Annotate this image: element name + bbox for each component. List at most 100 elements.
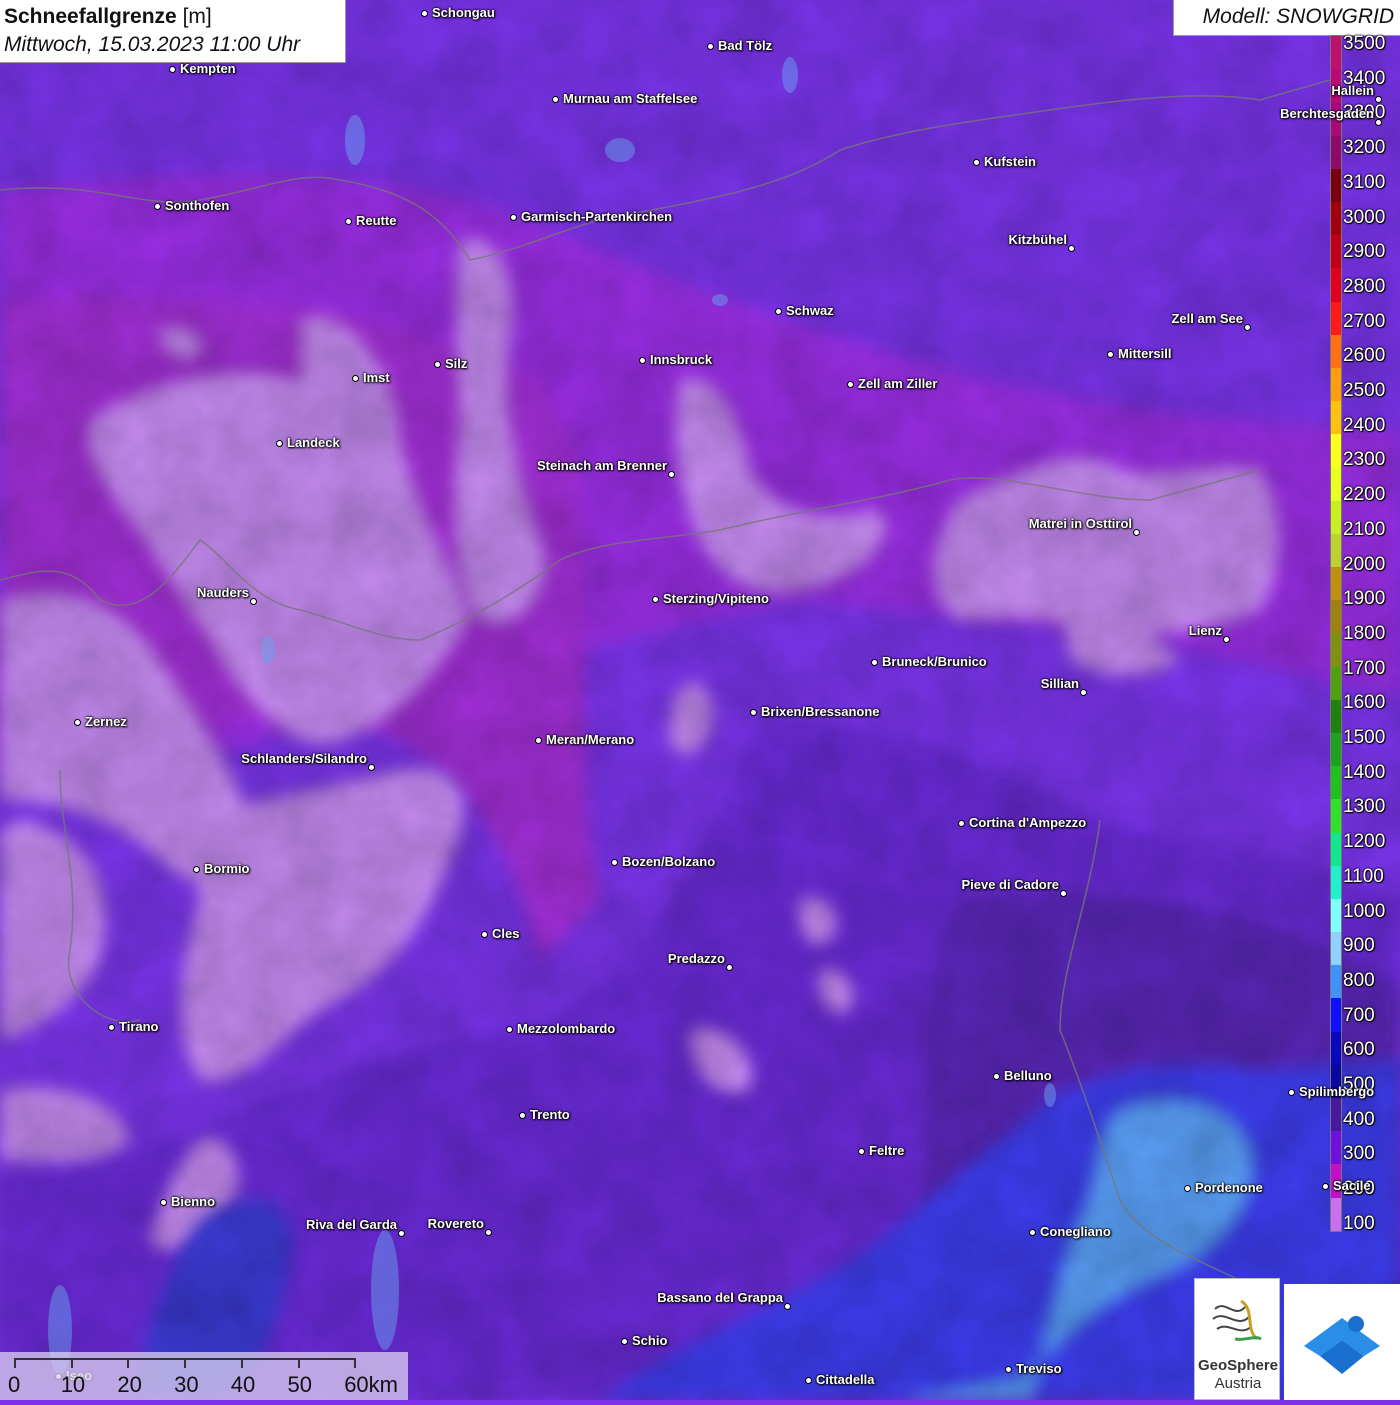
legend-label: 3500 — [1343, 33, 1386, 54]
legend-swatch — [1331, 699, 1341, 733]
place-label: Silz — [445, 356, 468, 371]
place-dot — [1059, 889, 1067, 897]
scale-label: 50 — [287, 1372, 312, 1397]
place-dot — [168, 65, 176, 73]
legend-swatch — [1331, 434, 1341, 468]
place-label: Berchtesgaden — [1280, 106, 1374, 121]
legend-label: 1200 — [1343, 831, 1386, 853]
geosphere-logo[interactable]: GeoSphere Austria — [1194, 1278, 1280, 1400]
legend-label: 2900 — [1343, 241, 1386, 263]
app-logo[interactable] — [1284, 1284, 1400, 1400]
legend-label: 700 — [1343, 1004, 1375, 1026]
legend-label: 1400 — [1343, 761, 1386, 783]
place-dot — [638, 356, 646, 364]
legend-label: 1300 — [1343, 796, 1386, 818]
place-label: Rovereto — [427, 1216, 484, 1231]
scale-label: 30 — [174, 1372, 199, 1397]
place-dot — [518, 1111, 526, 1119]
place-dot — [1374, 118, 1382, 126]
scale-tick — [70, 1358, 73, 1368]
place-label: Innsbruck — [650, 352, 713, 367]
legend-label: 3000 — [1343, 206, 1386, 228]
legend-swatch — [1331, 633, 1341, 667]
place-dot — [725, 963, 733, 971]
legend-swatch — [1331, 367, 1341, 402]
place-dot — [1079, 688, 1087, 696]
legend-swatch — [1331, 799, 1341, 833]
place-dot — [1222, 635, 1230, 643]
place-label: Bad Tölz — [718, 38, 773, 53]
place-dot — [433, 360, 441, 368]
place-label: Bormio — [204, 861, 250, 876]
place-dot — [1183, 1184, 1191, 1192]
legend-swatch — [1331, 865, 1341, 899]
place-label: Schwaz — [786, 303, 834, 318]
place-label: Sillian — [1040, 676, 1079, 691]
legend-label: 2600 — [1343, 345, 1386, 367]
legend-label: 2100 — [1343, 518, 1386, 540]
place-dot — [153, 202, 161, 210]
legend-label: 1100 — [1343, 865, 1384, 887]
place-label: Kufstein — [984, 154, 1036, 169]
legend-swatch — [1331, 268, 1341, 302]
place-label: Meran/Merano — [546, 732, 635, 747]
legend-label: 1000 — [1343, 900, 1386, 922]
place-dot — [367, 763, 375, 771]
scale-tick — [240, 1358, 243, 1368]
place-label: Steinach am Brenner — [536, 458, 667, 473]
legend-swatch — [1331, 401, 1341, 435]
place-dot — [534, 736, 542, 744]
place-dot — [804, 1376, 812, 1384]
place-label: Sacile — [1333, 1178, 1371, 1193]
place-label: Sterzing/Vipiteno — [663, 591, 769, 606]
legend-label: 3200 — [1343, 137, 1386, 159]
scale-label: 40 — [230, 1372, 256, 1397]
place-dot — [159, 1198, 167, 1206]
legend-label: 1500 — [1343, 727, 1386, 748]
title-unit: [m] — [182, 5, 212, 28]
legend-swatch — [1331, 766, 1341, 800]
map-title: Schneefallgrenze [m] — [4, 5, 212, 29]
legend-swatch — [1331, 567, 1341, 601]
place-dot — [275, 439, 283, 447]
app-logo-icon — [1304, 1316, 1380, 1374]
place-label: Zernez — [85, 714, 127, 729]
legend-swatch — [1331, 168, 1341, 202]
place-label: Feltre — [869, 1143, 905, 1158]
legend-label: 1700 — [1343, 657, 1386, 679]
place-dot — [1067, 244, 1075, 252]
place-label: Treviso — [1016, 1361, 1062, 1376]
model-label: Modell: SNOWGRID — [1202, 5, 1394, 28]
place-dot — [610, 858, 618, 866]
legend-swatch — [1331, 467, 1341, 501]
place-dot — [1374, 95, 1382, 103]
place-label: Spilimbergo — [1299, 1084, 1375, 1099]
place-dot — [1287, 1088, 1295, 1096]
legend-label: 400 — [1343, 1108, 1375, 1130]
place-label: Mittersill — [1118, 346, 1172, 361]
place-dot — [783, 1302, 791, 1310]
place-label: Pieve di Cadore — [961, 877, 1059, 892]
place-label: Zell am See — [1171, 311, 1243, 326]
place-label: Schlanders/Silandro — [241, 751, 367, 766]
place-dot — [505, 1025, 513, 1033]
legend-swatch — [1331, 334, 1341, 368]
legend-label: 100 — [1343, 1212, 1375, 1234]
place-dot — [1132, 528, 1140, 536]
scale-bar: 0 10 20 30 40 50 60km — [0, 1352, 408, 1400]
scale-label: 10 — [60, 1372, 86, 1397]
place-label: Lienz — [1188, 623, 1222, 638]
place-label: Mezzolombardo — [517, 1021, 616, 1036]
legend-label: 2700 — [1343, 310, 1386, 332]
legend-swatch — [1331, 666, 1341, 700]
legend-swatch — [1331, 1031, 1341, 1065]
place-dot — [651, 595, 659, 603]
place-dot — [972, 158, 980, 166]
place-label: Bassano del Grappa — [657, 1290, 783, 1305]
place-label: Pordenone — [1195, 1180, 1263, 1195]
legend-label: 2500 — [1343, 380, 1386, 401]
place-label: Trento — [530, 1107, 570, 1122]
legend-swatch — [1331, 1098, 1341, 1132]
place-dot — [1004, 1365, 1012, 1373]
place-dot — [749, 708, 757, 716]
